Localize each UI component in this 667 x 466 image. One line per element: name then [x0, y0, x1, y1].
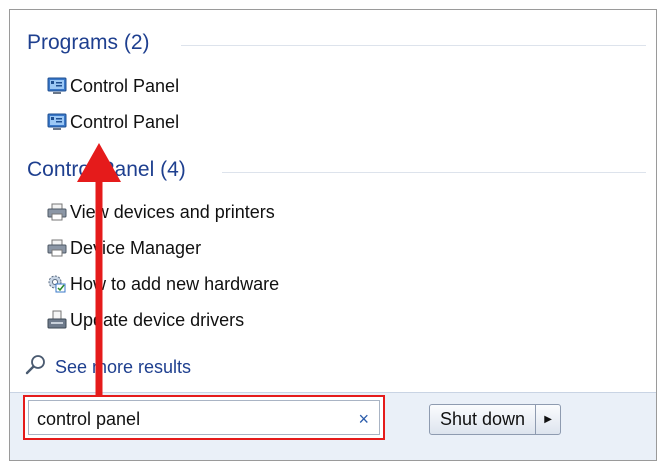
shutdown-button[interactable]: Shut down [430, 405, 535, 434]
section-divider [222, 172, 646, 173]
see-more-results-link[interactable]: See more results [25, 354, 191, 381]
result-label: Device Manager [70, 237, 202, 258]
result-device-manager[interactable]: Device Manager [46, 235, 201, 261]
search-icon [25, 354, 47, 381]
shutdown-options-arrow-icon[interactable]: ▶ [536, 405, 560, 434]
hardware-help-icon [46, 273, 68, 295]
start-menu-search-results: Programs (2) Control Panel Control Panel… [9, 9, 657, 461]
control-panel-icon [46, 75, 68, 97]
section-title-control-panel: Control Panel (4) [27, 158, 186, 181]
result-label: Control Panel [70, 111, 180, 132]
result-how-to-add-new-hardware[interactable]: How to add new hardware [46, 271, 279, 297]
search-input[interactable] [37, 407, 327, 431]
result-update-device-drivers[interactable]: Update device drivers [46, 307, 244, 333]
see-more-results-label: See more results [55, 357, 192, 377]
close-icon[interactable]: × [358, 407, 369, 431]
search-field: × [28, 400, 380, 435]
device-manager-icon [46, 237, 68, 259]
section-title-programs: Programs (2) [27, 31, 150, 54]
printer-icon [46, 201, 68, 223]
section-divider [181, 45, 646, 46]
result-label: How to add new hardware [70, 273, 280, 294]
result-view-devices-and-printers[interactable]: View devices and printers [46, 199, 275, 225]
result-label: View devices and printers [70, 201, 275, 222]
result-label: Control Panel [70, 75, 180, 96]
program-result-control-panel-1[interactable]: Control Panel [46, 73, 179, 99]
search-box-highlight: × [23, 395, 385, 440]
shutdown-button-group: Shut down ▶ [429, 404, 562, 435]
program-result-control-panel-2[interactable]: Control Panel [46, 109, 179, 135]
driver-icon [46, 309, 68, 331]
control-panel-icon [46, 111, 68, 133]
result-label: Update device drivers [70, 309, 245, 330]
